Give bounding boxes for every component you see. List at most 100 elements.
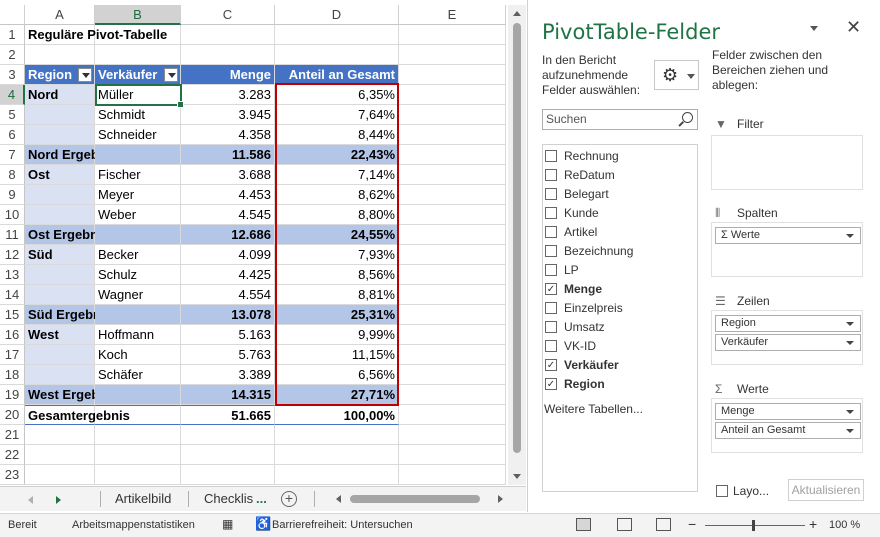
- cell-B4[interactable]: Müller: [95, 85, 181, 105]
- cell-C15[interactable]: 13.078: [181, 305, 275, 325]
- rows-field-region[interactable]: Region: [715, 315, 861, 332]
- cell-E14[interactable]: [399, 285, 506, 305]
- cell-B8[interactable]: Fischer: [95, 165, 181, 185]
- cell-C23[interactable]: [181, 465, 275, 485]
- normal-view-icon[interactable]: [576, 518, 591, 531]
- values-field-menge[interactable]: Menge: [715, 403, 861, 420]
- cell-A22[interactable]: [25, 445, 95, 465]
- cell-B18[interactable]: Schäfer: [95, 365, 181, 385]
- cell-D15[interactable]: 25,31%: [275, 305, 399, 325]
- cell-A13[interactable]: [25, 265, 95, 285]
- cell-E9[interactable]: [399, 185, 506, 205]
- cell-A6[interactable]: [25, 125, 95, 145]
- cell-B5[interactable]: Schmidt: [95, 105, 181, 125]
- columns-field-werte[interactable]: Σ Werte: [715, 227, 861, 244]
- row-header[interactable]: 5: [0, 105, 25, 125]
- cell-E22[interactable]: [399, 445, 506, 465]
- cell-D6[interactable]: 8,44%: [275, 125, 399, 145]
- row-header[interactable]: 3: [0, 65, 25, 85]
- cell-C6[interactable]: 4.358: [181, 125, 275, 145]
- update-button[interactable]: Aktualisieren: [788, 479, 864, 501]
- row-header[interactable]: 14: [0, 285, 25, 305]
- field-checkbox[interactable]: [545, 207, 557, 219]
- cell-E8[interactable]: [399, 165, 506, 185]
- filter-dropdown-icon[interactable]: [164, 68, 178, 82]
- select-all-corner[interactable]: [0, 5, 25, 25]
- column-header-b[interactable]: B: [95, 5, 181, 25]
- field-checkbox[interactable]: ✓: [545, 359, 557, 371]
- cell-C19[interactable]: 14.315: [181, 385, 275, 405]
- column-header-d[interactable]: D: [275, 5, 399, 25]
- field-checkbox[interactable]: [545, 302, 557, 314]
- rows-field-verkaeufer[interactable]: Verkäufer: [715, 334, 861, 351]
- cell-E20[interactable]: [399, 405, 506, 425]
- row-header[interactable]: 23: [0, 465, 25, 485]
- cell-D3[interactable]: Anteil an Gesamt: [275, 65, 399, 85]
- chevron-down-icon[interactable]: [846, 429, 854, 433]
- field-checkbox[interactable]: [545, 150, 557, 162]
- cell-B1[interactable]: [95, 25, 181, 45]
- cell-E5[interactable]: [399, 105, 506, 125]
- cell-E19[interactable]: [399, 385, 506, 405]
- cell-B6[interactable]: Schneider: [95, 125, 181, 145]
- cell-E11[interactable]: [399, 225, 506, 245]
- field-checkbox[interactable]: [545, 226, 557, 238]
- row-header[interactable]: 17: [0, 345, 25, 365]
- row-header[interactable]: 13: [0, 265, 25, 285]
- cell-A18[interactable]: [25, 365, 95, 385]
- cell-C2[interactable]: [181, 45, 275, 65]
- cell-B3[interactable]: Verkäufer: [95, 65, 181, 85]
- row-header[interactable]: 4: [0, 85, 25, 105]
- accessibility-check[interactable]: Barrierefreiheit: Untersuchen: [272, 519, 413, 531]
- cell-C17[interactable]: 5.763: [181, 345, 275, 365]
- cell-B13[interactable]: Schulz: [95, 265, 181, 285]
- cell-A7[interactable]: Nord Ergebnis: [25, 145, 118, 165]
- more-tabs-button[interactable]: ...: [256, 487, 267, 511]
- cell-A19[interactable]: West Ergebnis: [25, 385, 118, 405]
- field-search-input[interactable]: Suchen: [542, 109, 698, 130]
- field-checkbox[interactable]: [545, 321, 557, 333]
- scroll-left-icon[interactable]: [336, 495, 341, 503]
- cell-E12[interactable]: [399, 245, 506, 265]
- cell-C1[interactable]: [181, 25, 275, 45]
- row-header[interactable]: 11: [0, 225, 25, 245]
- field-checkbox[interactable]: [545, 340, 557, 352]
- field-list[interactable]: Rechnung ReDatum Belegart Kunde Artikel Bezei…: [542, 144, 698, 492]
- cell-D19[interactable]: 27,71%: [275, 385, 399, 405]
- cell-C13[interactable]: 4.425: [181, 265, 275, 285]
- cell-A1[interactable]: Reguläre Pivot-Tabelle: [25, 25, 167, 45]
- values-field-anteil[interactable]: Anteil an Gesamt: [715, 422, 861, 439]
- cell-D20[interactable]: 100,00%: [275, 405, 399, 425]
- cell-C21[interactable]: [181, 425, 275, 445]
- cell-D7[interactable]: 22,43%: [275, 145, 399, 165]
- row-header[interactable]: 12: [0, 245, 25, 265]
- cell-B12[interactable]: Becker: [95, 245, 181, 265]
- cell-E15[interactable]: [399, 305, 506, 325]
- sheet-tab-artikelbild[interactable]: Artikelbild: [115, 487, 171, 511]
- close-icon[interactable]: ✕: [846, 17, 861, 38]
- add-sheet-icon[interactable]: +: [281, 491, 297, 507]
- cell-E4[interactable]: [399, 85, 506, 105]
- field-checkbox[interactable]: [545, 188, 557, 200]
- cell-D18[interactable]: 6,56%: [275, 365, 399, 385]
- cell-D1[interactable]: [275, 25, 399, 45]
- cell-B7[interactable]: [95, 145, 181, 165]
- row-header[interactable]: 22: [0, 445, 25, 465]
- zoom-out-button[interactable]: −: [688, 516, 696, 532]
- cell-E10[interactable]: [399, 205, 506, 225]
- scroll-down-icon[interactable]: [513, 474, 521, 479]
- row-header[interactable]: 8: [0, 165, 25, 185]
- cell-E1[interactable]: [399, 25, 506, 45]
- cell-C10[interactable]: 4.545: [181, 205, 275, 225]
- cell-C11[interactable]: 12.686: [181, 225, 275, 245]
- cell-C18[interactable]: 3.389: [181, 365, 275, 385]
- cell-A16[interactable]: West: [25, 325, 95, 345]
- scroll-up-icon[interactable]: [513, 11, 521, 16]
- row-header[interactable]: 1: [0, 25, 25, 45]
- cell-B2[interactable]: [95, 45, 181, 65]
- cell-D8[interactable]: 7,14%: [275, 165, 399, 185]
- cell-D23[interactable]: [275, 465, 399, 485]
- cell-A20[interactable]: Gesamtergebnis: [25, 405, 130, 425]
- cell-B11[interactable]: [95, 225, 181, 245]
- cell-D22[interactable]: [275, 445, 399, 465]
